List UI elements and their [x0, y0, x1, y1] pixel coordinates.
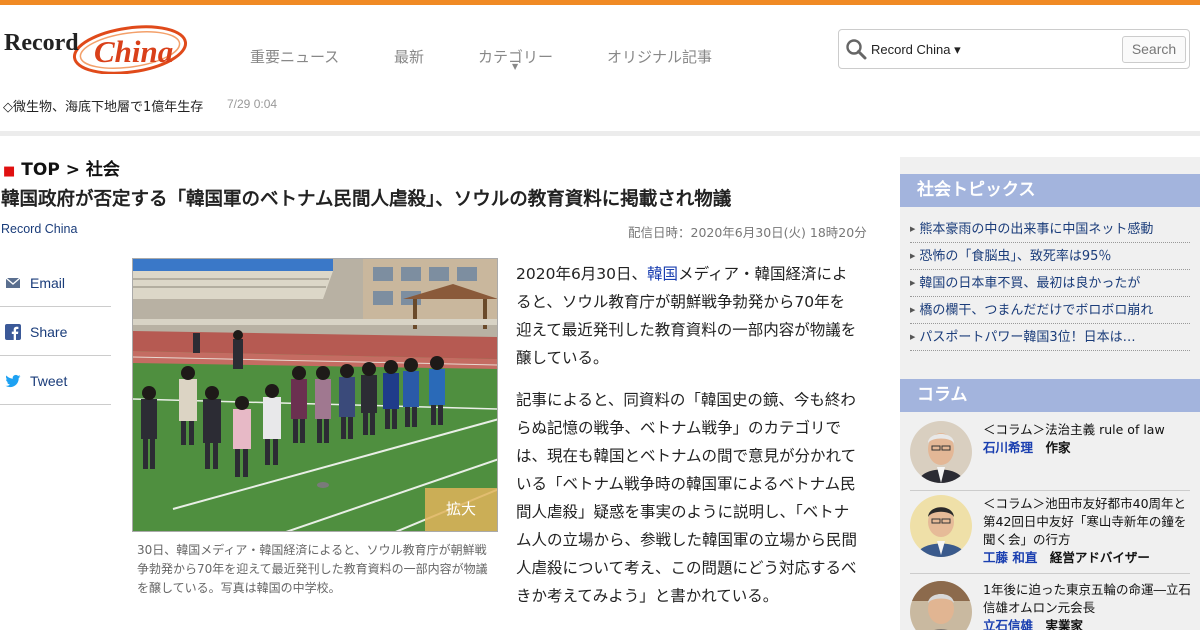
ticker-headline[interactable]: ◇微生物、海底下地層で1億年生存	[3, 96, 203, 115]
column-item[interactable]: ＜コラム＞池田市友好都市40周年と第42回日中友好「寒山寺新年の鐘を聞く会」の行…	[910, 495, 1190, 569]
triangle-right-icon: ▶	[910, 252, 916, 260]
breadcrumb-separator: >	[65, 160, 80, 180]
author-portrait-image	[910, 495, 972, 557]
share-facebook-label: Share	[30, 324, 68, 340]
share-twitter-label: Tweet	[30, 373, 68, 389]
column-heading: コラム	[900, 379, 1200, 412]
column-text: ＜コラム＞池田市友好都市40周年と第42回日中友好「寒山寺新年の鐘を聞く会」の行…	[983, 495, 1193, 567]
column-item[interactable]: ＜コラム＞法治主義 rule of law 石川希理 作家	[910, 421, 1190, 487]
share-twitter-button[interactable]: Tweet	[0, 356, 111, 405]
header-divider	[0, 131, 1200, 136]
article-paragraph-1: 2020年6月30日、韓国メディア・韓国経済によると、ソウル教育庁が朝鮮戦争勃発…	[516, 260, 860, 372]
share-facebook-button[interactable]: Share	[0, 307, 111, 356]
triangle-right-icon: ▶	[910, 279, 916, 287]
column-role: 作家	[1045, 440, 1071, 455]
author-portrait-image	[910, 581, 972, 630]
column-author[interactable]: 石川希理	[983, 440, 1033, 455]
search-button[interactable]: Search	[1122, 36, 1186, 63]
article-title: 韓国政府が否定する「韓国軍のベトナム民間人虐殺」、ソウルの教育資料に掲載され物議	[1, 189, 732, 210]
author-portrait-image	[910, 421, 972, 483]
triangle-right-icon: ▶	[910, 225, 916, 233]
red-square-icon: ■	[3, 164, 16, 179]
nav-important-news[interactable]: 重要ニュース	[250, 46, 339, 67]
facebook-icon	[5, 324, 21, 340]
chevron-down-icon: ▼	[512, 62, 519, 71]
topics-list: ▶ 熊本豪雨の中の出来事に中国ネット感動 ▶ 恐怖の「食脳虫」、致死率は95％ ▶ 韓…	[910, 216, 1190, 351]
column-headline: ＜コラム＞池田市友好都市40周年と第42回日中友好「寒山寺新年の鐘を聞く会」の行…	[983, 496, 1187, 547]
column-byline: 立石信雄 実業家	[983, 617, 1190, 630]
search-icon	[846, 39, 867, 60]
breadcrumb-top[interactable]: TOP	[21, 160, 60, 180]
nav-latest[interactable]: 最新	[394, 46, 424, 67]
topic-item[interactable]: ▶ 熊本豪雨の中の出来事に中国ネット感動	[910, 216, 1190, 243]
topic-item[interactable]: ▶ 橋の欄干、つまんだだけでボロボロ崩れ	[910, 297, 1190, 324]
twitter-icon	[5, 374, 21, 388]
topic-label: 熊本豪雨の中の出来事に中国ネット感動	[919, 222, 1154, 237]
column-text: ＜コラム＞法治主義 rule of law 石川希理 作家	[983, 421, 1193, 457]
column-author[interactable]: 立石信雄	[983, 618, 1033, 630]
triangle-right-icon: ▶	[910, 306, 916, 314]
topic-label: パスポートパワー韓国3位！日本は…	[919, 330, 1136, 345]
zoom-photo-button[interactable]: 拡大	[425, 488, 497, 531]
column-headline: ＜コラム＞法治主義 rule of law	[983, 422, 1165, 437]
article-source[interactable]: Record China	[1, 222, 77, 236]
triangle-right-icon: ▶	[910, 333, 916, 341]
article-body: 2020年6月30日、韓国メディア・韓国経済によると、ソウル教育庁が朝鮮戦争勃発…	[516, 260, 860, 624]
column-headline: 1年後に迫った東京五輪の命運―立石信雄オムロン元会長	[983, 582, 1190, 615]
column-text: 1年後に迫った東京五輪の命運―立石信雄オムロン元会長 立石信雄 実業家	[983, 581, 1190, 630]
author-avatar	[910, 421, 972, 483]
svg-text:China: China	[94, 34, 173, 69]
photo-caption: 30日、韓国メディア・韓国経済によると、ソウル教育庁が朝鮮戦争勃発から70年を迎…	[137, 543, 488, 595]
topic-item[interactable]: ▶ パスポートパワー韓国3位！日本は…	[910, 324, 1190, 351]
column-role: 経営アドバイザー	[1049, 550, 1150, 565]
topic-label: 韓国の日本車不買、最初は良かったが	[919, 276, 1141, 291]
author-avatar	[910, 581, 972, 630]
korea-tag-link[interactable]: 韓国	[647, 265, 678, 283]
paragraph-1-lead: 2020年6月30日、	[516, 265, 648, 283]
share-email-button[interactable]: Email	[0, 258, 111, 307]
ticker-time: 7/29 0:04	[227, 97, 278, 111]
topic-item[interactable]: ▶ 韓国の日本車不買、最初は良かったが	[910, 270, 1190, 297]
article-paragraph-2: 記事によると、同資料の「韓国史の鏡、今も終わらぬ記憶の戦争、ベトナム戦争」のカテ…	[516, 391, 858, 605]
topic-label: 恐怖の「食脳虫」、致死率は95％	[919, 249, 1112, 264]
nav-original-articles[interactable]: オリジナル記事	[607, 46, 712, 67]
share-email-label: Email	[30, 275, 66, 291]
article-date: 配信日時：2020年6月30日(火) 18時20分	[628, 225, 867, 240]
svg-text:Record: Record	[4, 30, 79, 56]
column-byline: 工藤 和直 経営アドバイザー	[983, 549, 1193, 567]
column-divider	[910, 490, 1190, 491]
topic-item[interactable]: ▶ 恐怖の「食脳虫」、致死率は95％	[910, 243, 1190, 270]
email-icon	[5, 277, 21, 288]
search-scope-select[interactable]: Record China ▾	[871, 42, 961, 58]
column-item[interactable]: 1年後に迫った東京五輪の命運―立石信雄オムロン元会長 立石信雄 実業家	[910, 581, 1190, 630]
topics-heading: 社会トピックス	[900, 174, 1200, 207]
breadcrumb-section[interactable]: 社会	[86, 160, 120, 180]
column-divider	[910, 573, 1190, 574]
column-role: 実業家	[1045, 618, 1084, 630]
topic-label: 橋の欄干、つまんだだけでボロボロ崩れ	[919, 303, 1154, 318]
search-bar[interactable]: Record China ▾ Search	[838, 29, 1190, 69]
author-avatar	[910, 495, 972, 557]
column-byline: 石川希理 作家	[983, 439, 1193, 457]
breadcrumb: ■ TOP > 社会	[3, 155, 120, 180]
top-accent-bar	[0, 0, 1200, 5]
record-china-logo[interactable]: Record China	[2, 12, 188, 74]
column-author[interactable]: 工藤 和直	[983, 550, 1037, 565]
